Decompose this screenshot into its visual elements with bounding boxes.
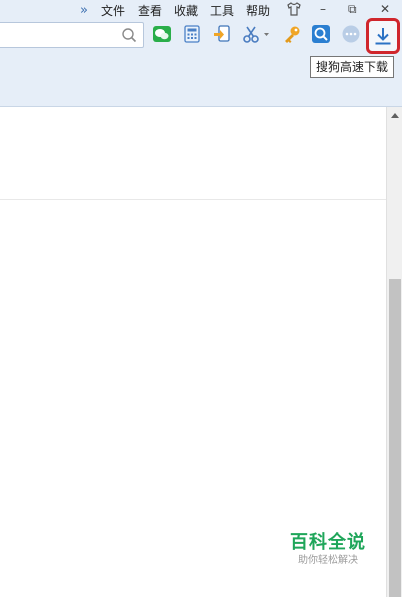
skin-icon[interactable] [286,1,302,21]
browser-chrome: » 文件 查看 收藏 工具 帮助 – ⧉ ✕ 搜狗高速下载 [0,0,402,107]
key-icon[interactable] [282,24,302,44]
menu-help[interactable]: 帮助 [246,2,270,19]
search-icon[interactable] [121,27,137,43]
zoom-icon[interactable] [311,24,331,44]
download-button[interactable] [366,18,400,54]
menu-favorites[interactable]: 收藏 [174,2,198,19]
search-box[interactable] [0,22,144,48]
watermark-subtitle: 助你轻松解决 [298,555,358,566]
more-icon[interactable] [341,24,361,44]
page-content [0,107,386,597]
restore-button[interactable]: ⧉ [348,1,357,17]
menu-tools[interactable]: 工具 [210,2,234,19]
scroll-up-arrow-icon[interactable] [391,113,399,118]
scissors-icon[interactable] [242,24,272,44]
menu-overflow-button[interactable]: » [80,3,88,18]
menu-view[interactable]: 查看 [138,2,162,19]
menu-file[interactable]: 文件 [101,2,125,19]
calculator-icon[interactable] [182,24,202,44]
vertical-scrollbar[interactable] [386,107,402,597]
menu-bar: » 文件 查看 收藏 工具 帮助 – ⧉ ✕ [0,0,402,20]
download-tooltip: 搜狗高速下载 [310,56,395,78]
wechat-icon[interactable] [152,24,172,44]
watermark-title: 百科全说 [290,532,366,553]
watermark-logo: 百科全说 助你轻松解决 [288,532,368,568]
download-icon [375,28,391,45]
content-divider [0,199,386,200]
close-button[interactable]: ✕ [380,1,390,17]
screen-capture-icon[interactable] [212,24,232,44]
minimize-button[interactable]: – [320,1,326,17]
scroll-thumb[interactable] [389,279,401,597]
